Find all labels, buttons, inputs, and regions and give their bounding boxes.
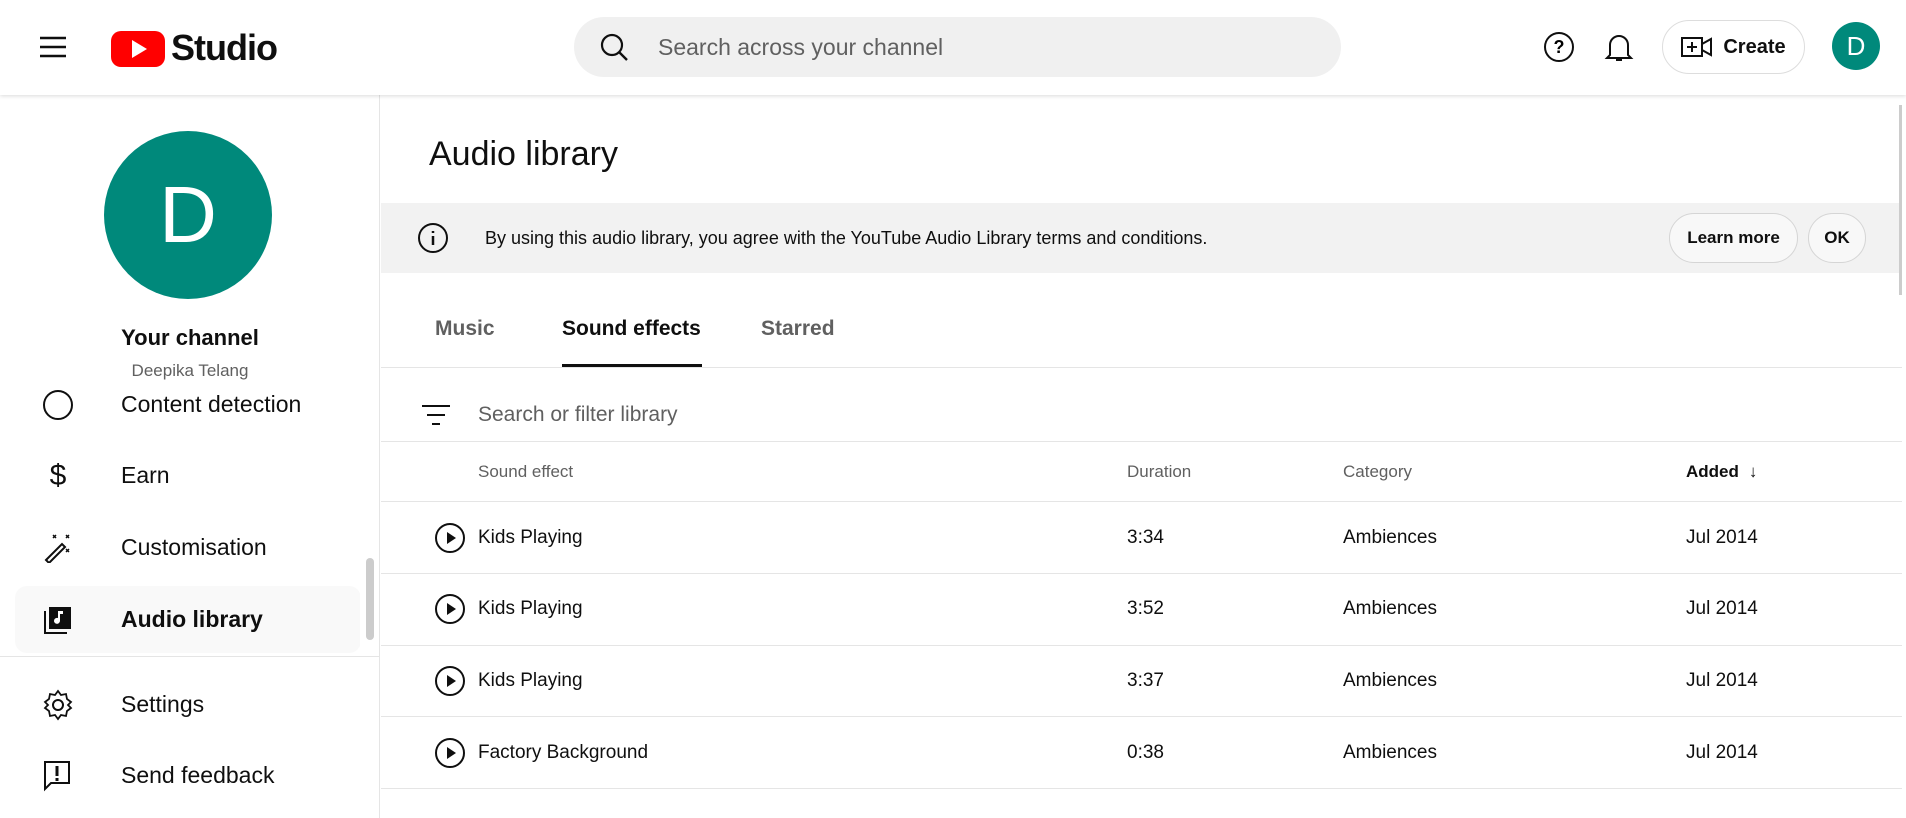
play-icon[interactable]: [434, 665, 466, 697]
search-placeholder: Search across your channel: [658, 33, 944, 60]
terms-banner: By using this audio library, you agree w…: [381, 203, 1902, 273]
play-icon[interactable]: [434, 737, 466, 769]
sidebar-item-send-feedback[interactable]: Send feedback: [15, 742, 361, 809]
help-icon[interactable]: ?: [1540, 28, 1578, 66]
sidebar-item-settings[interactable]: Settings: [15, 671, 361, 738]
filter-input[interactable]: Search or filter library: [421, 391, 1902, 439]
tab-sound-effects[interactable]: Sound effects: [562, 317, 701, 341]
sidebar-item-label: Content detection: [121, 391, 302, 417]
filter-divider: [381, 441, 1902, 442]
filter-icon: [422, 405, 450, 425]
added-date: Jul 2014: [1686, 741, 1758, 763]
info-icon: [418, 223, 448, 253]
category: Ambiences: [1343, 669, 1437, 691]
logo-text: Studio: [171, 27, 278, 68]
sound-effect-name: Factory Background: [478, 741, 649, 763]
sound-effect-name: Kids Playing: [478, 526, 583, 548]
sidebar-scrollbar[interactable]: [366, 558, 374, 640]
tabs-divider: [381, 367, 1902, 368]
duration: 3:37: [1127, 669, 1164, 691]
tab-music[interactable]: Music: [435, 317, 495, 341]
added-date: Jul 2014: [1686, 598, 1758, 620]
feedback-icon: [37, 760, 79, 792]
account-avatar[interactable]: D: [1832, 22, 1880, 70]
sound-effect-name: Kids Playing: [478, 598, 583, 620]
column-header-sound-effect: Sound effect: [478, 462, 574, 481]
added-date: Jul 2014: [1686, 669, 1758, 691]
sound-effect-name: Kids Playing: [478, 669, 583, 691]
table-row[interactable]: Kids Playing 3:34 Ambiences Jul 2014: [381, 502, 1902, 574]
sidebar-divider: [0, 656, 380, 657]
table-row[interactable]: Kids Playing 3:37 Ambiences Jul 2014: [381, 645, 1902, 718]
sidebar: D Your channel Deepika Telang Content de…: [0, 95, 380, 818]
sidebar-item-label: Earn: [121, 462, 170, 488]
channel-title: Your channel: [121, 325, 259, 350]
sidebar-item-earn[interactable]: $ Earn: [15, 442, 360, 509]
column-header-category[interactable]: Category: [1343, 462, 1412, 482]
category: Ambiences: [1343, 526, 1437, 548]
channel-search-input[interactable]: Search across your channel: [574, 17, 1341, 77]
audio-library-icon: [37, 605, 79, 635]
studio-logo[interactable]: Studio: [111, 27, 278, 69]
search-icon: [600, 33, 628, 61]
tab-starred[interactable]: Starred: [761, 317, 835, 341]
sidebar-item-audio-library[interactable]: Audio library: [15, 586, 360, 653]
learn-more-button[interactable]: Learn more: [1669, 213, 1798, 263]
main-content: Audio library By using this audio librar…: [381, 95, 1902, 818]
category: Ambiences: [1343, 741, 1437, 763]
top-bar: Studio Search across your channel ? Crea…: [0, 0, 1906, 95]
column-header-duration[interactable]: Duration: [1127, 462, 1191, 482]
create-video-icon: [1681, 37, 1713, 57]
category: Ambiences: [1343, 598, 1437, 620]
notifications-bell-icon[interactable]: [1600, 28, 1638, 66]
table-row[interactable]: Factory Background 0:38 Ambiences Jul 20…: [381, 717, 1902, 790]
channel-avatar[interactable]: D: [104, 131, 272, 299]
svg-text:?: ?: [1554, 37, 1565, 57]
play-icon[interactable]: [434, 593, 466, 625]
hamburger-menu-icon[interactable]: [36, 30, 70, 64]
create-label: Create: [1723, 35, 1786, 58]
sidebar-item-label: Send feedback: [121, 762, 275, 788]
sidebar-item-customisation[interactable]: Customisation: [15, 514, 360, 581]
create-button[interactable]: Create: [1662, 20, 1805, 74]
dollar-icon: $: [49, 458, 67, 492]
channel-name: Deepika Telang: [131, 361, 249, 380]
column-header-added[interactable]: Added ↓: [1686, 462, 1757, 482]
sidebar-item-label: Audio library: [121, 606, 263, 632]
play-icon[interactable]: [434, 522, 466, 554]
filter-placeholder: Search or filter library: [478, 403, 678, 426]
sidebar-item-label: Customisation: [121, 534, 267, 560]
table-row[interactable]: Kids Playing 3:52 Ambiences Jul 2014: [381, 574, 1902, 646]
gear-icon: [37, 689, 79, 721]
duration: 3:34: [1127, 526, 1164, 548]
sidebar-item-content-detection[interactable]: Content detection: [15, 385, 360, 438]
sidebar-item-label: Settings: [121, 691, 205, 717]
sidebar-scroll-area: Content detection $ Earn Customisation Au…: [0, 385, 360, 665]
ok-button[interactable]: OK: [1808, 213, 1866, 263]
youtube-logo-icon: [111, 31, 165, 67]
page-title: Audio library: [429, 135, 618, 173]
content-detection-icon: [37, 389, 79, 421]
added-label: Added: [1686, 462, 1739, 481]
added-date: Jul 2014: [1686, 526, 1758, 548]
page-scrollbar[interactable]: [1899, 105, 1902, 295]
magic-wand-icon: [37, 533, 79, 563]
duration: 0:38: [1127, 741, 1164, 763]
duration: 3:52: [1127, 598, 1164, 620]
sort-arrow-down-icon: ↓: [1748, 462, 1758, 481]
banner-text: By using this audio library, you agree w…: [485, 227, 1208, 248]
